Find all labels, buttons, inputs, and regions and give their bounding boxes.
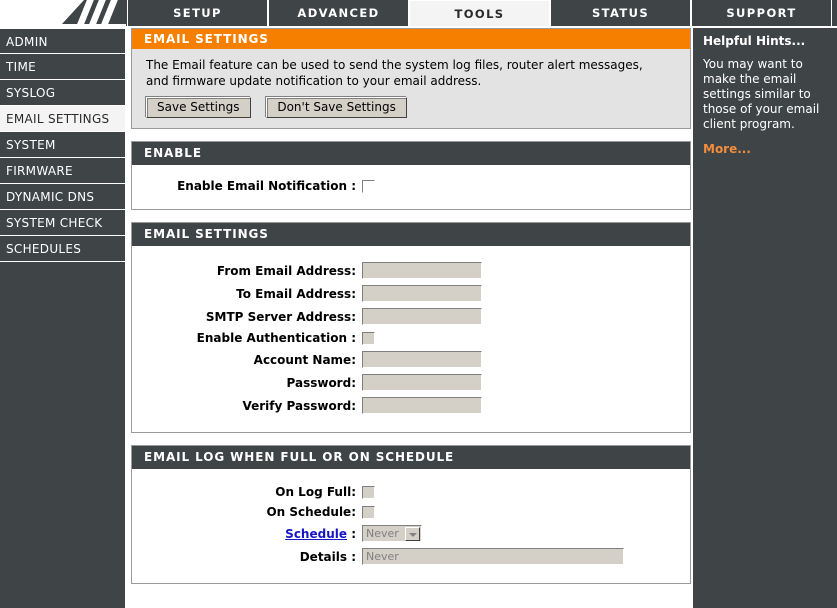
from-email-input[interactable] bbox=[362, 262, 482, 279]
enable-panel: ENABLE Enable Email Notification : bbox=[131, 141, 691, 210]
enable-auth-label: Enable Authentication : bbox=[196, 331, 356, 345]
on-log-full-row: On Log Full: bbox=[142, 485, 680, 499]
schedule-colon: : bbox=[351, 526, 356, 541]
password-label: Password: bbox=[286, 375, 357, 390]
sidebar-item-system-check[interactable]: SYSTEM CHECK bbox=[0, 210, 125, 236]
verify-password-row: Verify Password: bbox=[142, 397, 680, 414]
hints-body: You may want to make the email settings … bbox=[703, 57, 820, 131]
enable-email-notification-checkbox[interactable] bbox=[362, 179, 375, 193]
enable-authentication-checkbox[interactable] bbox=[362, 331, 375, 345]
enable-panel-title: ENABLE bbox=[132, 142, 690, 165]
schedule-select-value: Never bbox=[366, 527, 399, 540]
intro-panel-body: The Email feature can be used to send th… bbox=[132, 49, 690, 128]
brand-logo bbox=[0, 0, 126, 26]
tab-tools[interactable]: TOOLS bbox=[409, 0, 550, 26]
chevron-down-icon[interactable] bbox=[405, 526, 420, 541]
tab-support[interactable]: SUPPORT bbox=[691, 0, 832, 26]
main-nav-tabs: SETUP ADVANCED TOOLS STATUS SUPPORT bbox=[127, 0, 832, 26]
password-row: Password: bbox=[142, 374, 680, 391]
enable-notification-label: Enable Email Notification : bbox=[177, 179, 356, 193]
intro-description: The Email feature can be used to send th… bbox=[146, 58, 643, 88]
details-row: Details : Never bbox=[142, 548, 680, 565]
smtp-server-label: SMTP Server Address: bbox=[205, 309, 356, 324]
sidebar-item-system[interactable]: SYSTEM bbox=[0, 132, 125, 158]
tab-setup[interactable]: SETUP bbox=[127, 0, 268, 26]
on-schedule-row: On Schedule: bbox=[142, 505, 680, 519]
sidebar-item-dynamic-dns[interactable]: DYNAMIC DNS bbox=[0, 184, 125, 210]
account-name-input[interactable] bbox=[362, 351, 482, 368]
top-bar: SETUP ADVANCED TOOLS STATUS SUPPORT bbox=[0, 0, 837, 26]
on-log-full-checkbox[interactable] bbox=[362, 485, 375, 499]
sidebar-item-time[interactable]: TIME bbox=[0, 54, 125, 80]
details-input[interactable]: Never bbox=[362, 548, 624, 565]
email-log-panel-body: On Log Full: On Schedule: Schedule : Nev… bbox=[132, 469, 690, 583]
verify-password-input[interactable] bbox=[362, 397, 482, 414]
hints-title: Helpful Hints... bbox=[703, 34, 806, 48]
main-content: EMAIL SETTINGS The Email feature can be … bbox=[131, 28, 691, 596]
on-schedule-checkbox[interactable] bbox=[362, 505, 375, 519]
logo-shape bbox=[0, 0, 84, 24]
account-name-row: Account Name: bbox=[142, 351, 680, 368]
sidebar-item-admin[interactable]: ADMIN bbox=[0, 28, 125, 54]
email-settings-panel-title: EMAIL SETTINGS bbox=[132, 223, 690, 246]
intro-panel: EMAIL SETTINGS The Email feature can be … bbox=[131, 28, 691, 129]
email-settings-panel: EMAIL SETTINGS From Email Address: To Em… bbox=[131, 222, 691, 433]
schedule-select[interactable]: Never bbox=[362, 525, 422, 542]
schedule-row: Schedule : Never bbox=[142, 525, 680, 542]
email-settings-panel-body: From Email Address: To Email Address: SM… bbox=[132, 246, 690, 432]
sidebar-item-schedules[interactable]: SCHEDULES bbox=[0, 236, 125, 262]
save-settings-button[interactable]: Save Settings bbox=[146, 97, 251, 118]
schedule-label-cell: Schedule : bbox=[142, 527, 362, 541]
on-log-full-label: On Log Full: bbox=[275, 485, 356, 499]
helpful-hints-panel: Helpful Hints... You may want to make th… bbox=[693, 28, 837, 608]
dont-save-settings-button[interactable]: Don't Save Settings bbox=[266, 97, 407, 118]
smtp-server-input[interactable] bbox=[362, 308, 482, 325]
hints-more-link[interactable]: More... bbox=[703, 142, 751, 156]
email-log-panel-title: EMAIL LOG WHEN FULL OR ON SCHEDULE bbox=[132, 446, 690, 469]
tab-status[interactable]: STATUS bbox=[550, 0, 691, 26]
to-email-label: To Email Address: bbox=[236, 286, 356, 301]
verify-password-label: Verify Password: bbox=[242, 398, 356, 413]
from-email-row: From Email Address: bbox=[142, 262, 680, 279]
sidebar-item-email-settings[interactable]: EMAIL SETTINGS bbox=[0, 106, 125, 132]
enable-panel-body: Enable Email Notification : bbox=[132, 165, 690, 209]
tab-advanced[interactable]: ADVANCED bbox=[268, 0, 409, 26]
enable-auth-row: Enable Authentication : bbox=[142, 331, 680, 345]
schedule-link[interactable]: Schedule bbox=[285, 527, 347, 541]
sidebar-item-syslog[interactable]: SYSLOG bbox=[0, 80, 125, 106]
to-email-input[interactable] bbox=[362, 285, 482, 302]
details-label: Details : bbox=[299, 549, 356, 564]
sidebar-item-firmware[interactable]: FIRMWARE bbox=[0, 158, 125, 184]
from-email-label: From Email Address: bbox=[216, 263, 356, 278]
on-schedule-label: On Schedule: bbox=[266, 505, 356, 519]
intro-panel-title: EMAIL SETTINGS bbox=[132, 29, 690, 49]
password-input[interactable] bbox=[362, 374, 482, 391]
email-log-panel: EMAIL LOG WHEN FULL OR ON SCHEDULE On Lo… bbox=[131, 445, 691, 584]
account-name-label: Account Name: bbox=[253, 352, 356, 367]
sidebar-nav: ADMIN TIME SYSLOG EMAIL SETTINGS SYSTEM … bbox=[0, 28, 127, 608]
to-email-row: To Email Address: bbox=[142, 285, 680, 302]
smtp-server-row: SMTP Server Address: bbox=[142, 308, 680, 325]
